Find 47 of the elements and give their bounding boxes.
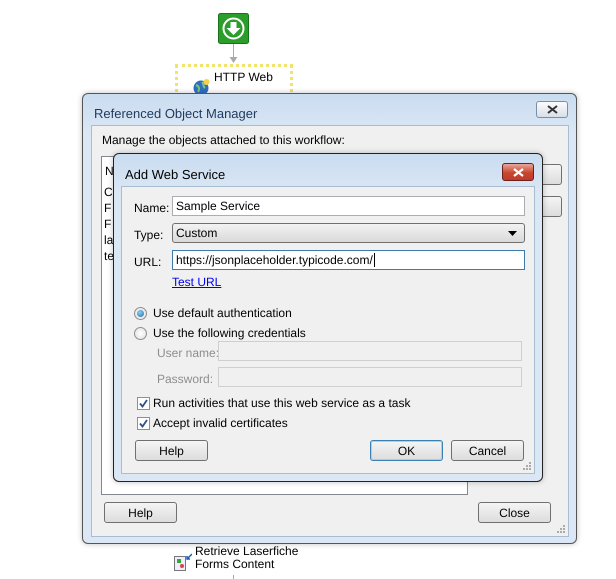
list-item: C (104, 184, 113, 201)
close-icon (546, 105, 558, 114)
dropdown-caret-icon (508, 230, 517, 236)
close-button[interactable]: Close (478, 502, 551, 523)
list-item: F (104, 216, 112, 233)
close-button[interactable] (536, 101, 568, 118)
dialog-button[interactable]: Help (135, 440, 208, 461)
checkbox[interactable] (137, 396, 150, 410)
node-label: HTTP Web (214, 70, 273, 84)
list-item: te (104, 248, 114, 265)
activity-node[interactable]: Retrieve Laserfiche Forms Content (173, 545, 303, 572)
radio-button[interactable] (134, 306, 147, 320)
type-dropdown[interactable]: Custom (172, 223, 525, 243)
instruction-text: Manage the objects attached to this workflow: (102, 132, 345, 149)
check-icon (139, 398, 148, 408)
field-label: Type: (134, 227, 164, 244)
field-label: URL: (134, 254, 162, 271)
connector-arrow (229, 44, 238, 64)
help-button[interactable]: Help (104, 502, 177, 523)
list-item: la (104, 232, 114, 249)
start-node-icon (218, 13, 249, 44)
checkbox[interactable] (137, 416, 150, 430)
field-label: Password: (157, 371, 214, 388)
connector-line (232, 575, 235, 579)
column-header: N (105, 163, 114, 180)
option-label: Accept invalid certificates (153, 415, 288, 432)
node-label: Retrieve Laserfiche Forms Content (195, 545, 300, 571)
resize-grip-icon (557, 525, 566, 534)
test-url-link[interactable]: Test URL (172, 273, 222, 291)
close-icon (512, 168, 524, 176)
radio-button[interactable] (134, 326, 147, 340)
document-icon (173, 553, 192, 572)
option-label: Use default authentication (153, 305, 292, 322)
field-label: Name: (134, 200, 170, 217)
close-button[interactable] (502, 163, 534, 181)
dialog-button[interactable]: OK (370, 440, 443, 461)
resize-grip-icon (523, 462, 532, 471)
input-field[interactable]: https://jsonplaceholder.typicode.com/ (172, 250, 525, 270)
field-label: User name: (157, 345, 220, 362)
window-title: Add Web Service (125, 166, 226, 184)
window-title: Referenced Object Manager (94, 105, 258, 123)
list-item: F (104, 200, 112, 217)
option-label: Run activities that use this web service as a task (153, 395, 410, 412)
input-field[interactable]: Sample Service (172, 196, 525, 216)
dialog-button[interactable]: Cancel (451, 440, 524, 461)
check-icon (139, 418, 148, 428)
option-label: Use the following credentials (153, 325, 306, 342)
